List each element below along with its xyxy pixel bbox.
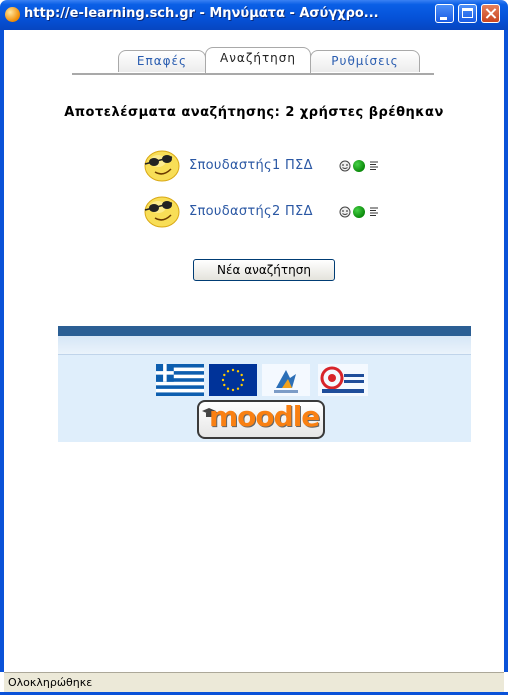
user-avatar-smiley-icon[interactable] xyxy=(142,147,182,183)
user-link[interactable]: Σπουδαστής1 ΠΣΔ xyxy=(189,158,313,173)
browser-icon xyxy=(5,7,20,22)
status-bar: Ολοκληρώθηκε xyxy=(4,672,504,692)
tab-bar: Επαφές Αναζήτηση Ρυθμίσεις xyxy=(72,46,434,75)
moodle-logo-text: moodle xyxy=(209,400,320,433)
history-icon[interactable] xyxy=(369,160,379,172)
window-frame-left xyxy=(0,30,4,672)
tab-search[interactable]: Αναζήτηση xyxy=(205,47,311,73)
online-status-icon xyxy=(353,160,365,172)
message-icon[interactable] xyxy=(339,206,351,218)
user-result-row: Σπουδαστής2 ΠΣΔ xyxy=(142,193,402,233)
ministry-logo-icon[interactable] xyxy=(262,364,310,396)
new-search-button[interactable]: Νέα αναζήτηση xyxy=(193,259,335,281)
user-result-row: Σπουδαστής1 ΠΣΔ xyxy=(142,147,402,187)
user-avatar-smiley-icon[interactable] xyxy=(142,193,182,229)
tab-settings[interactable]: Ρυθμίσεις xyxy=(310,50,420,72)
footer-strip xyxy=(58,336,471,355)
footer-top-bar xyxy=(58,326,471,336)
history-icon[interactable] xyxy=(369,206,379,218)
maximize-button[interactable] xyxy=(458,4,477,23)
window-frame-right xyxy=(504,30,508,672)
status-text: Ολοκληρώθηκε xyxy=(8,676,93,689)
message-icon[interactable] xyxy=(339,160,351,172)
minimize-button[interactable] xyxy=(435,4,454,23)
search-results-heading: Αποτελέσματα αναζήτησης: 2 χρήστες βρέθη… xyxy=(64,105,444,120)
window-titlebar: http://e-learning.sch.gr - Μηνύματα - Ασ… xyxy=(0,0,508,30)
online-status-icon xyxy=(353,206,365,218)
moodle-logo-button[interactable]: moodle xyxy=(197,400,325,439)
user-link[interactable]: Σπουδαστής2 ΠΣΔ xyxy=(189,204,313,219)
eu-flag-logo-icon[interactable] xyxy=(209,364,257,396)
close-button[interactable] xyxy=(481,4,500,23)
tab-contacts[interactable]: Επαφές xyxy=(118,50,206,72)
information-society-logo-icon[interactable] xyxy=(318,364,368,396)
window-title: http://e-learning.sch.gr - Μηνύματα - Ασ… xyxy=(24,6,379,21)
greek-flag-logo-icon[interactable] xyxy=(156,364,204,396)
